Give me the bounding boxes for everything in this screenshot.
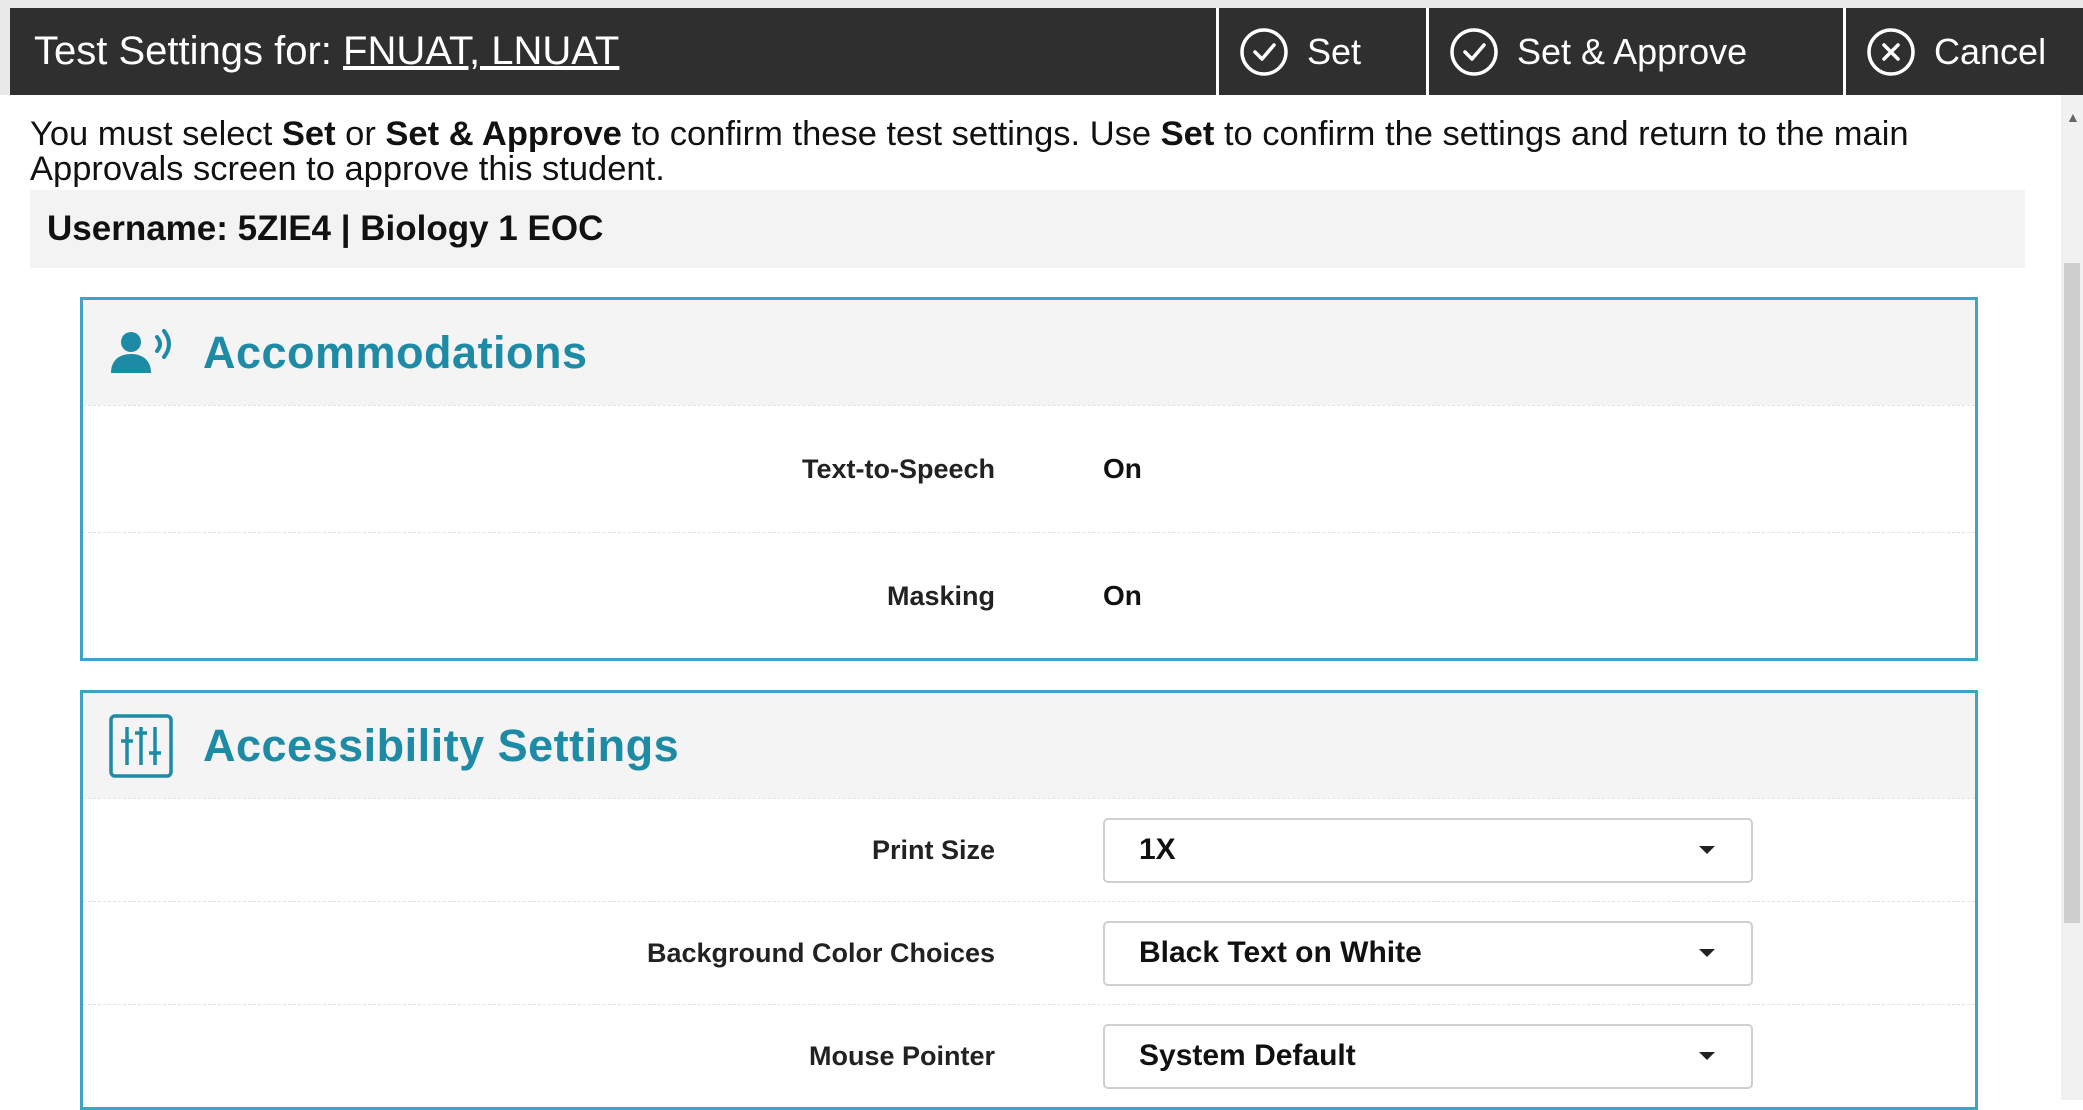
check-circle-icon <box>1450 27 1498 76</box>
dropdown-value: System Default <box>1139 1039 1356 1072</box>
page-title: Test Settings for: FNUAT, LNUAT <box>34 29 1216 74</box>
title-bar: Test Settings for: FNUAT, LNUAT Set Set … <box>10 8 2083 95</box>
person-speaking-icon <box>99 318 183 388</box>
set-approve-button[interactable]: Set & Approve <box>1426 8 1843 95</box>
set-button-label: Set <box>1307 30 1362 72</box>
title-prefix: Test Settings for: <box>34 29 332 73</box>
accommodation-row: Masking On <box>83 532 1975 659</box>
accommodations-header: Accommodations <box>83 300 1975 405</box>
scrollbar-thumb[interactable] <box>2064 263 2080 923</box>
setting-label: Mouse Pointer <box>808 1040 995 1071</box>
instructions-part: to confirm these test settings. Use <box>621 115 1161 153</box>
scroll-up-arrow-icon[interactable]: ▲ <box>2066 109 2080 125</box>
setting-value: On <box>1103 453 1142 484</box>
background-color-dropdown[interactable]: Black Text on White <box>1103 920 1753 986</box>
accessibility-row: Print Size 1X <box>83 798 1975 901</box>
instructions-emphasis: Set <box>1160 115 1215 153</box>
setting-value: On <box>1103 580 1142 611</box>
setting-label: Background Color Choices <box>646 937 995 968</box>
setting-label: Print Size <box>871 834 995 865</box>
accessibility-settings-title: Accessibility Settings <box>203 719 680 771</box>
accommodation-row: Text-to-Speech On <box>83 405 1975 532</box>
set-button[interactable]: Set <box>1216 8 1426 95</box>
student-name-link[interactable]: FNUAT, LNUAT <box>343 29 619 73</box>
sliders-icon <box>99 711 183 781</box>
user-info: Username: 5ZIE4 | Biology 1 EOC <box>47 209 604 248</box>
accommodations-panel: Accommodations Text-to-Speech On Masking… <box>80 297 1978 661</box>
cancel-button[interactable]: Cancel <box>1843 8 2083 95</box>
caret-down-icon <box>1699 949 1715 957</box>
print-size-dropdown[interactable]: 1X <box>1103 817 1753 883</box>
instructions-part: You must select <box>30 115 282 153</box>
caret-down-icon <box>1699 846 1715 854</box>
caret-down-icon <box>1699 1052 1715 1060</box>
setting-label: Masking <box>886 580 995 611</box>
x-circle-icon <box>1867 27 1915 76</box>
instructions-part: or <box>335 115 386 153</box>
instructions-emphasis: Set <box>281 115 336 153</box>
accessibility-row: Mouse Pointer System Default <box>83 1004 1975 1107</box>
accommodations-title: Accommodations <box>203 326 588 378</box>
dropdown-value: 1X <box>1139 833 1176 866</box>
accessibility-settings-panel: Accessibility Settings Print Size 1X Bac… <box>80 690 1978 1110</box>
setting-label: Text-to-Speech <box>801 453 995 484</box>
accessibility-settings-header: Accessibility Settings <box>83 693 1975 798</box>
scrollbar[interactable]: ▲ <box>2061 95 2083 1100</box>
mouse-pointer-dropdown[interactable]: System Default <box>1103 1023 1753 1089</box>
set-approve-button-label: Set & Approve <box>1517 30 1748 72</box>
instructions-emphasis: Set & Approve <box>385 115 622 153</box>
accessibility-row: Background Color Choices Black Text on W… <box>83 901 1975 1004</box>
check-circle-icon <box>1240 27 1288 76</box>
user-info-bar: Username: 5ZIE4 | Biology 1 EOC <box>30 190 2025 268</box>
cancel-button-label: Cancel <box>1934 30 2047 72</box>
dropdown-value: Black Text on White <box>1139 936 1422 969</box>
instructions-text: You must select Set or Set & Approve to … <box>30 117 2020 187</box>
